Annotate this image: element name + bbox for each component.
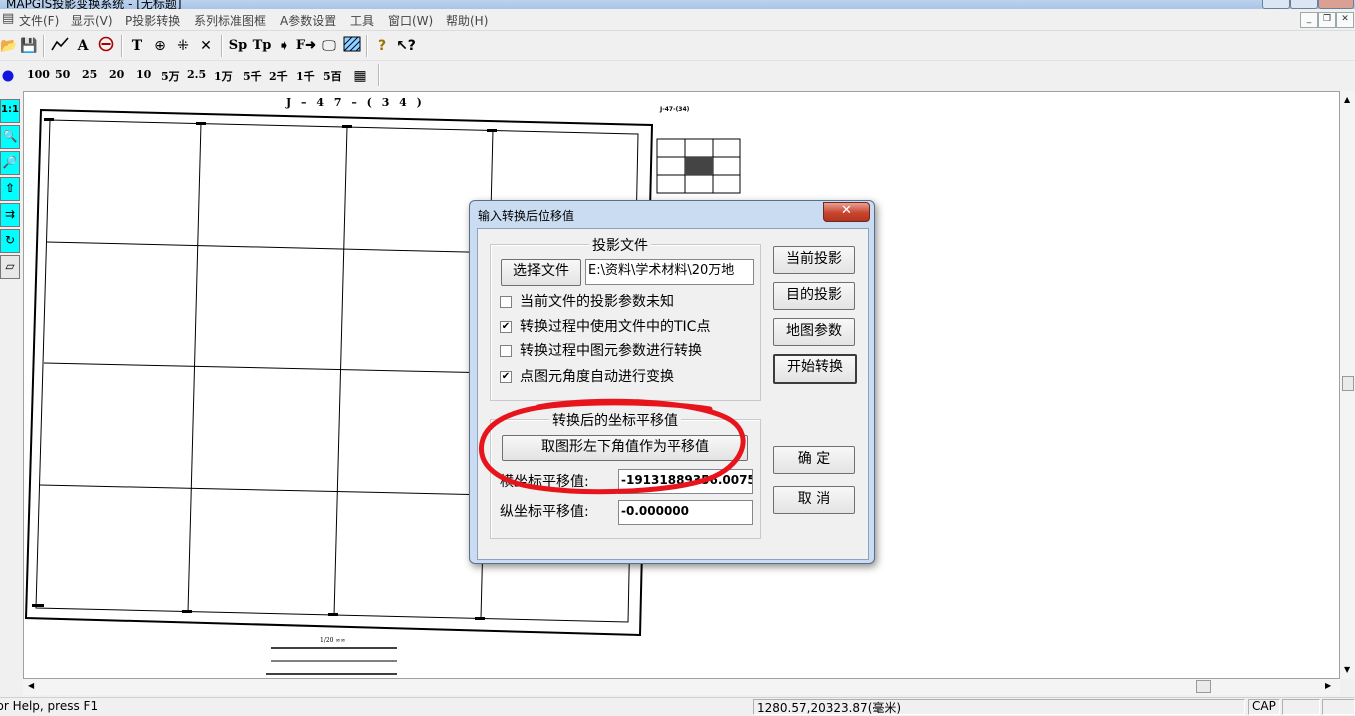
text-a-icon[interactable]: A <box>74 36 92 56</box>
crosshair-circle-icon[interactable]: ⊕ <box>150 36 170 56</box>
red-annotation-circle <box>479 398 746 495</box>
scroll-up-icon[interactable]: ▲ <box>1344 95 1350 104</box>
horizontal-scrollbar[interactable]: ◀ ▶ <box>23 679 1340 695</box>
menu-file[interactable]: 文件(F) <box>19 12 59 29</box>
mdi-restore-button[interactable]: ❐ <box>1318 12 1336 28</box>
status-help-text: For Help, press F1 <box>0 699 99 713</box>
checkbox-convert-element-params[interactable] <box>500 345 512 357</box>
help-icon[interactable]: ? <box>374 36 390 56</box>
scale-2-5[interactable]: 2.5 <box>187 68 206 81</box>
vertical-scrollbar[interactable]: ▲ ▼ <box>1340 91 1355 679</box>
dialog-close-button[interactable]: ✕ <box>823 202 870 222</box>
projection-file-path[interactable]: E:\资料\学术材料\20万地 <box>585 259 754 285</box>
delete-x-icon[interactable]: ✕ <box>196 36 216 56</box>
polyline-icon[interactable] <box>50 36 70 56</box>
close-window-button[interactable] <box>1318 0 1354 9</box>
map-small-label: J-47-(34) <box>659 106 690 113</box>
menu-projection[interactable]: P投影转换 <box>125 12 180 29</box>
checkbox-use-tic[interactable]: ✔ <box>500 321 512 333</box>
dialog-body: 投影文件 选择文件 E:\资料\学术材料\20万地 当前文件的投影参数未知 ✔ 转… <box>477 228 869 560</box>
tp-tool-icon[interactable]: Tp <box>251 36 273 56</box>
menu-help[interactable]: 帮助(H) <box>446 12 488 29</box>
grid-icon[interactable]: ▦ <box>352 66 368 86</box>
projection-file-group: 投影文件 选择文件 E:\资料\学术材料\20万地 当前文件的投影参数未知 ✔ 转… <box>490 235 761 401</box>
current-projection-button[interactable]: 当前投影 <box>773 246 855 274</box>
tic-points-icon[interactable]: ⁜ <box>173 36 193 56</box>
map-params-button[interactable]: 地图参数 <box>773 318 855 346</box>
projection-group-title: 投影文件 <box>589 235 651 255</box>
f-arrow-icon[interactable]: F➜ <box>295 36 317 56</box>
checkbox-auto-angle[interactable]: ✔ <box>500 371 512 383</box>
scale-20[interactable]: 20 <box>109 68 124 81</box>
scroll-left-icon[interactable]: ◀ <box>28 681 34 690</box>
scale-toolbar: 100 50 25 20 10 5万 2.5 1万 5千 2千 1千 5百 ▦ <box>0 62 1355 90</box>
app-icon[interactable]: ▤ <box>2 11 14 26</box>
status-bar: For Help, press F1 1280.57,20323.87(毫米) … <box>0 697 1355 715</box>
pan-icon[interactable]: ⇉ <box>0 203 20 227</box>
title-bar: MAPGIS投影变换系统 - [无标题] <box>0 0 1355 9</box>
open-folder-icon[interactable]: 📂 <box>0 36 17 56</box>
save-icon[interactable]: 💾 <box>20 36 38 56</box>
menu-view[interactable]: 显示(V) <box>71 12 113 29</box>
main-toolbar: 📂 💾 A T ⊕ ⁜ ✕ Sp Tp ➧ F➜ 🖵 ? ↖? <box>0 31 1355 61</box>
status-coordinates: 1280.57,20323.87(毫米) <box>757 701 902 715</box>
scale-25[interactable]: 25 <box>82 68 97 81</box>
refresh-icon[interactable]: ↻ <box>0 229 20 253</box>
map-scale-text: 1/20 ∞∞ <box>320 637 345 644</box>
arrow-right-icon[interactable]: ➧ <box>276 36 292 56</box>
scale-5qian[interactable]: 5千 <box>243 68 262 84</box>
target-projection-button[interactable]: 目的投影 <box>773 282 855 310</box>
checkbox-unknown-params[interactable] <box>500 296 512 308</box>
ok-button[interactable]: 确 定 <box>773 446 855 474</box>
menu-bar: ▤ 文件(F) 显示(V) P投影转换 系列标准图框 A参数设置 工具 窗口(W… <box>0 9 1355 31</box>
scale-5wan[interactable]: 5万 <box>161 68 180 84</box>
start-conversion-button[interactable]: 开始转换 <box>773 354 857 384</box>
dialog-title: 输入转换后位移值 <box>478 209 575 223</box>
menu-tools[interactable]: 工具 <box>350 12 374 29</box>
scale-5bai[interactable]: 5百 <box>323 68 342 84</box>
window-title: MAPGIS投影变换系统 - [无标题] <box>6 0 182 9</box>
no-entry-icon[interactable] <box>96 36 116 56</box>
scale-10[interactable]: 10 <box>136 68 151 81</box>
zoom-out-icon[interactable]: 🔎 <box>0 151 20 175</box>
minimize-button[interactable] <box>1262 0 1290 9</box>
left-toolbar: 1:1 🔍 🔎 ⇧ ⇉ ↻ ▱ <box>0 96 20 286</box>
zoom-in-icon[interactable]: 🔍 <box>0 125 20 149</box>
monitor-icon[interactable]: 🖵 <box>320 36 338 56</box>
scroll-down-icon[interactable]: ▼ <box>1344 665 1350 674</box>
option-use-tic[interactable]: ✔ 转换过程中使用文件中的TIC点 <box>500 316 710 336</box>
scale-50[interactable]: 50 <box>55 68 70 81</box>
menu-window[interactable]: 窗口(W) <box>388 12 433 29</box>
menu-series-frame[interactable]: 系列标准图框 <box>194 12 266 29</box>
actual-size-button[interactable]: 1:1 <box>0 99 20 123</box>
home-up-icon[interactable]: ⇧ <box>0 177 20 201</box>
eraser-icon[interactable]: ▱ <box>0 255 20 279</box>
option-unknown-params[interactable]: 当前文件的投影参数未知 <box>500 291 674 311</box>
hatch-fill-icon[interactable] <box>343 36 361 56</box>
scroll-right-icon[interactable]: ▶ <box>1325 681 1331 690</box>
context-help-icon[interactable]: ↖? <box>395 36 417 56</box>
mdi-minimize-button[interactable]: _ <box>1300 12 1318 28</box>
mdi-close-button[interactable]: ✕ <box>1336 12 1354 28</box>
text-t-icon[interactable]: T <box>128 36 146 56</box>
horizontal-scroll-thumb[interactable] <box>1196 680 1211 693</box>
cancel-button[interactable]: 取 消 <box>773 486 855 514</box>
option-convert-element-params[interactable]: 转换过程中图元参数进行转换 <box>500 340 702 360</box>
vertical-scroll-thumb[interactable] <box>1342 376 1354 391</box>
status-caps: CAP <box>1252 699 1276 713</box>
maximize-button[interactable] <box>1290 0 1318 9</box>
scale-1wan[interactable]: 1万 <box>214 68 233 84</box>
select-file-button[interactable]: 选择文件 <box>501 259 581 286</box>
scale-1qian[interactable]: 1千 <box>296 68 315 84</box>
scale-100[interactable]: 100 <box>27 68 50 81</box>
sp-tool-icon[interactable]: Sp <box>227 36 249 56</box>
option-auto-angle[interactable]: ✔ 点图元角度自动进行变换 <box>500 366 674 386</box>
menu-params[interactable]: A参数设置 <box>280 12 336 29</box>
blue-dot-icon[interactable] <box>1 68 15 82</box>
map-sheet-title: J – 4 7 – ( 3 4 ) <box>285 96 425 109</box>
offset-dialog: 输入转换后位移值 ✕ 投影文件 选择文件 E:\资料\学术材料\20万地 当前文… <box>469 200 875 564</box>
scale-2qian[interactable]: 2千 <box>269 68 288 84</box>
